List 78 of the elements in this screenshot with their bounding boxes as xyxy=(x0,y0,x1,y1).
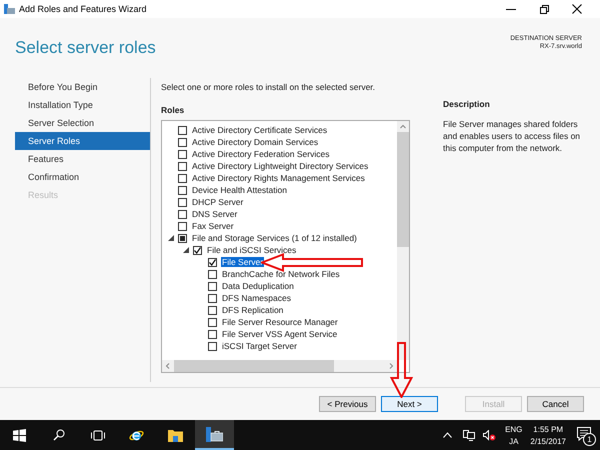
role-label[interactable]: File Server xyxy=(221,257,264,267)
role-label[interactable]: iSCSI Target Server xyxy=(221,341,298,351)
role-label[interactable]: Active Directory Certificate Services xyxy=(191,125,328,135)
checkbox[interactable] xyxy=(208,318,217,326)
checkbox[interactable] xyxy=(193,246,202,254)
folder-icon[interactable] xyxy=(168,428,183,442)
roles-label: Roles xyxy=(161,105,186,115)
checkbox[interactable] xyxy=(178,186,187,194)
instruction-text: Select one or more roles to install on the selected server. xyxy=(161,82,376,92)
role-label[interactable]: File and iSCSI Services xyxy=(206,245,298,255)
wizard-step[interactable]: Installation Type xyxy=(15,96,150,114)
expander-icon[interactable] xyxy=(183,247,189,253)
role-label[interactable]: File and Storage Services (1 of 12 installed) xyxy=(191,233,358,243)
role-label[interactable]: Active Directory Domain Services xyxy=(191,137,320,147)
checkbox[interactable] xyxy=(208,258,217,266)
checkbox[interactable] xyxy=(178,138,187,146)
wizard-step[interactable]: Features xyxy=(15,150,150,168)
description-text: File Server manages shared folders and enables users to access files on this computer from the network. xyxy=(443,118,582,154)
app-icon xyxy=(4,4,15,14)
scroll-up-icon[interactable] xyxy=(400,124,406,130)
checkbox[interactable] xyxy=(208,342,217,350)
role-label[interactable]: BranchCache for Network Files xyxy=(221,269,341,279)
checkbox[interactable] xyxy=(208,330,217,338)
checkbox[interactable] xyxy=(178,174,187,182)
chevron-up-icon[interactable] xyxy=(442,432,452,438)
network-icon[interactable] xyxy=(463,430,476,440)
checkbox[interactable] xyxy=(208,282,217,290)
input-method-indicator[interactable]: JA xyxy=(509,436,518,446)
clock-time[interactable]: 1:55 PM xyxy=(533,424,564,434)
checkbox[interactable] xyxy=(178,126,187,134)
notification-count: 1 xyxy=(583,433,596,446)
checkbox[interactable] xyxy=(178,222,187,230)
annotation-arrow xyxy=(390,342,413,398)
wizard-step[interactable]: Server Selection xyxy=(15,114,150,132)
role-label[interactable]: Fax Server xyxy=(191,221,235,231)
role-label[interactable]: DFS Replication xyxy=(221,305,284,315)
language-indicator[interactable]: ENG xyxy=(505,424,522,434)
description-heading: Description xyxy=(443,99,491,109)
role-label[interactable]: Active Directory Lightweight Directory Services xyxy=(191,161,370,171)
checkbox[interactable] xyxy=(208,294,217,302)
wizard-step[interactable]: Before You Begin xyxy=(15,78,150,96)
scroll-left-icon[interactable] xyxy=(165,363,171,369)
notification-icon[interactable] xyxy=(576,426,592,442)
role-label[interactable]: File Server VSS Agent Service xyxy=(221,329,338,339)
search-icon[interactable] xyxy=(52,429,64,441)
wizard-button[interactable]: < Previous xyxy=(319,396,376,412)
role-label[interactable]: File Server Resource Manager xyxy=(221,317,339,327)
wizard-button[interactable]: Next > xyxy=(381,396,438,412)
clock-date[interactable]: 2/15/2017 xyxy=(530,436,566,446)
checkbox[interactable] xyxy=(208,270,217,278)
restore-icon[interactable] xyxy=(538,3,550,15)
task-view-icon[interactable] xyxy=(90,430,104,440)
server-manager-icon[interactable] xyxy=(206,426,223,442)
checkbox[interactable] xyxy=(178,150,187,158)
close-icon[interactable] xyxy=(571,3,583,15)
expander-icon[interactable] xyxy=(168,235,174,241)
role-label[interactable]: Data Deduplication xyxy=(221,281,295,291)
role-label[interactable]: DHCP Server xyxy=(191,197,244,207)
vertical-scrollbar[interactable] xyxy=(397,121,409,360)
checkbox[interactable] xyxy=(208,306,217,314)
horizontal-scrollbar[interactable] xyxy=(162,360,397,372)
checkbox[interactable] xyxy=(178,162,187,170)
wizard-step[interactable]: Server Roles xyxy=(15,132,150,150)
role-label[interactable]: Device Health Attestation xyxy=(191,185,288,195)
role-label[interactable]: Active Directory Federation Services xyxy=(191,149,330,159)
role-label[interactable]: DFS Namespaces xyxy=(221,293,292,303)
start-icon[interactable] xyxy=(13,428,26,442)
checkbox[interactable] xyxy=(178,234,187,242)
role-label[interactable]: Active Directory Rights Management Services xyxy=(191,173,366,183)
scroll-right-icon[interactable] xyxy=(388,363,394,369)
page-title: Select server roles xyxy=(15,38,156,58)
wizard-step[interactable]: Confirmation xyxy=(15,168,150,186)
checkbox[interactable] xyxy=(178,198,187,206)
role-label[interactable]: DNS Server xyxy=(191,209,238,219)
wizard-button[interactable]: Cancel xyxy=(527,396,584,412)
volume-muted-icon[interactable] xyxy=(482,430,496,440)
checkbox[interactable] xyxy=(178,210,187,218)
window-title: Add Roles and Features Wizard xyxy=(19,4,148,14)
